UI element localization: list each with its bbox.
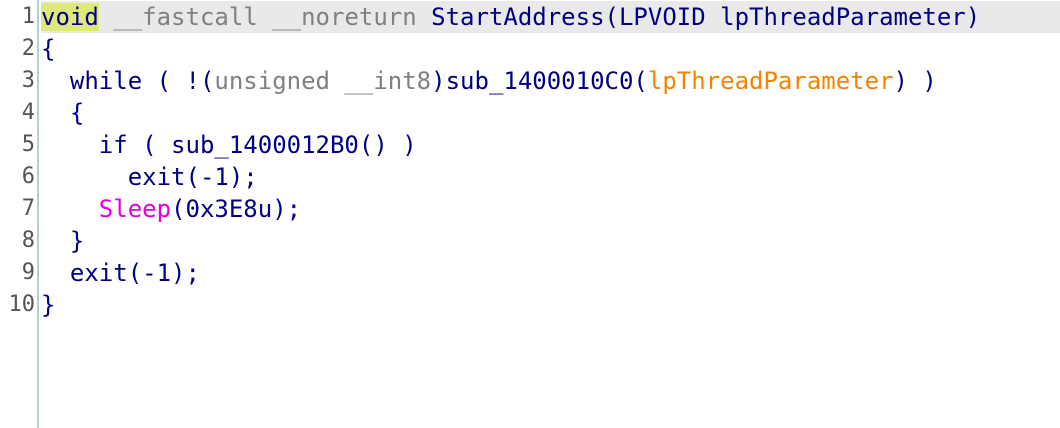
code-text[interactable]: if ( sub_1400012B0() ) <box>41 129 417 161</box>
line-number: 4 <box>21 100 35 125</box>
code-token[interactable]: __fastcall __noreturn <box>113 3 416 31</box>
code-line[interactable]: 9 exit(-1); <box>0 257 1060 289</box>
code-line[interactable]: 5 if ( sub_1400012B0() ) <box>0 129 1060 161</box>
line-number: 9 <box>21 260 35 285</box>
code-text[interactable]: } <box>41 289 55 321</box>
code-line[interactable]: 7 Sleep(0x3E8u); <box>0 193 1060 225</box>
code-token[interactable]: { <box>41 99 84 127</box>
code-line[interactable]: 3 while ( !(unsigned __int8)sub_1400010C… <box>0 65 1060 97</box>
code-token[interactable]: } <box>41 227 84 255</box>
code-text[interactable]: { <box>41 97 84 129</box>
code-token[interactable]: unsigned __int8 <box>214 67 431 95</box>
code-text[interactable]: exit(-1); <box>41 257 200 289</box>
line-number: 3 <box>21 68 35 93</box>
line-number: 2 <box>21 36 35 61</box>
line-number: 5 <box>21 132 35 157</box>
code-token[interactable] <box>41 195 99 223</box>
code-token[interactable]: Sleep <box>99 195 171 223</box>
code-line[interactable]: 1 void __fastcall __noreturn StartAddress… <box>0 1 1060 33</box>
code-text[interactable]: exit(-1); <box>41 161 258 193</box>
code-text[interactable]: void __fastcall __noreturn StartAddress(… <box>41 1 980 33</box>
line-number: 8 <box>21 228 35 253</box>
code-token[interactable]: { <box>41 35 55 63</box>
code-token[interactable]: StartAddress(LPVOID lpThreadParameter) <box>417 3 980 31</box>
code-text[interactable]: { <box>41 33 55 65</box>
code-token[interactable]: void <box>41 3 99 31</box>
line-number: 1 <box>21 4 35 29</box>
code-token[interactable]: lpThreadParameter <box>648 67 894 95</box>
code-token[interactable]: if ( sub_1400012B0() ) <box>41 131 417 159</box>
code-token[interactable]: )sub_1400010C0( <box>431 67 648 95</box>
code-line[interactable]: 4 { <box>0 97 1060 129</box>
code-text[interactable]: Sleep(0x3E8u); <box>41 193 301 225</box>
code-token[interactable]: exit(-1); <box>41 259 200 287</box>
code-text[interactable]: while ( !(unsigned __int8)sub_1400010C0(… <box>41 65 937 97</box>
line-number: 10 <box>8 292 36 317</box>
code-token[interactable]: exit(-1); <box>41 163 258 191</box>
code-token[interactable] <box>99 3 113 31</box>
code-token[interactable]: } <box>41 291 55 319</box>
code-token[interactable]: while ( !( <box>41 67 215 95</box>
code-token[interactable]: (0x3E8u); <box>171 195 301 223</box>
line-number: 7 <box>21 196 35 221</box>
code-line[interactable]: 2{ <box>0 33 1060 65</box>
code-line[interactable]: 8 } <box>0 225 1060 257</box>
code-line[interactable]: 6 exit(-1); <box>0 161 1060 193</box>
pseudocode-editor[interactable]: 1 void __fastcall __noreturn StartAddress… <box>0 0 1060 428</box>
line-number: 6 <box>21 164 35 189</box>
code-token[interactable]: ) ) <box>894 67 937 95</box>
code-line[interactable]: 10} <box>0 289 1060 321</box>
code-text[interactable]: } <box>41 225 84 257</box>
